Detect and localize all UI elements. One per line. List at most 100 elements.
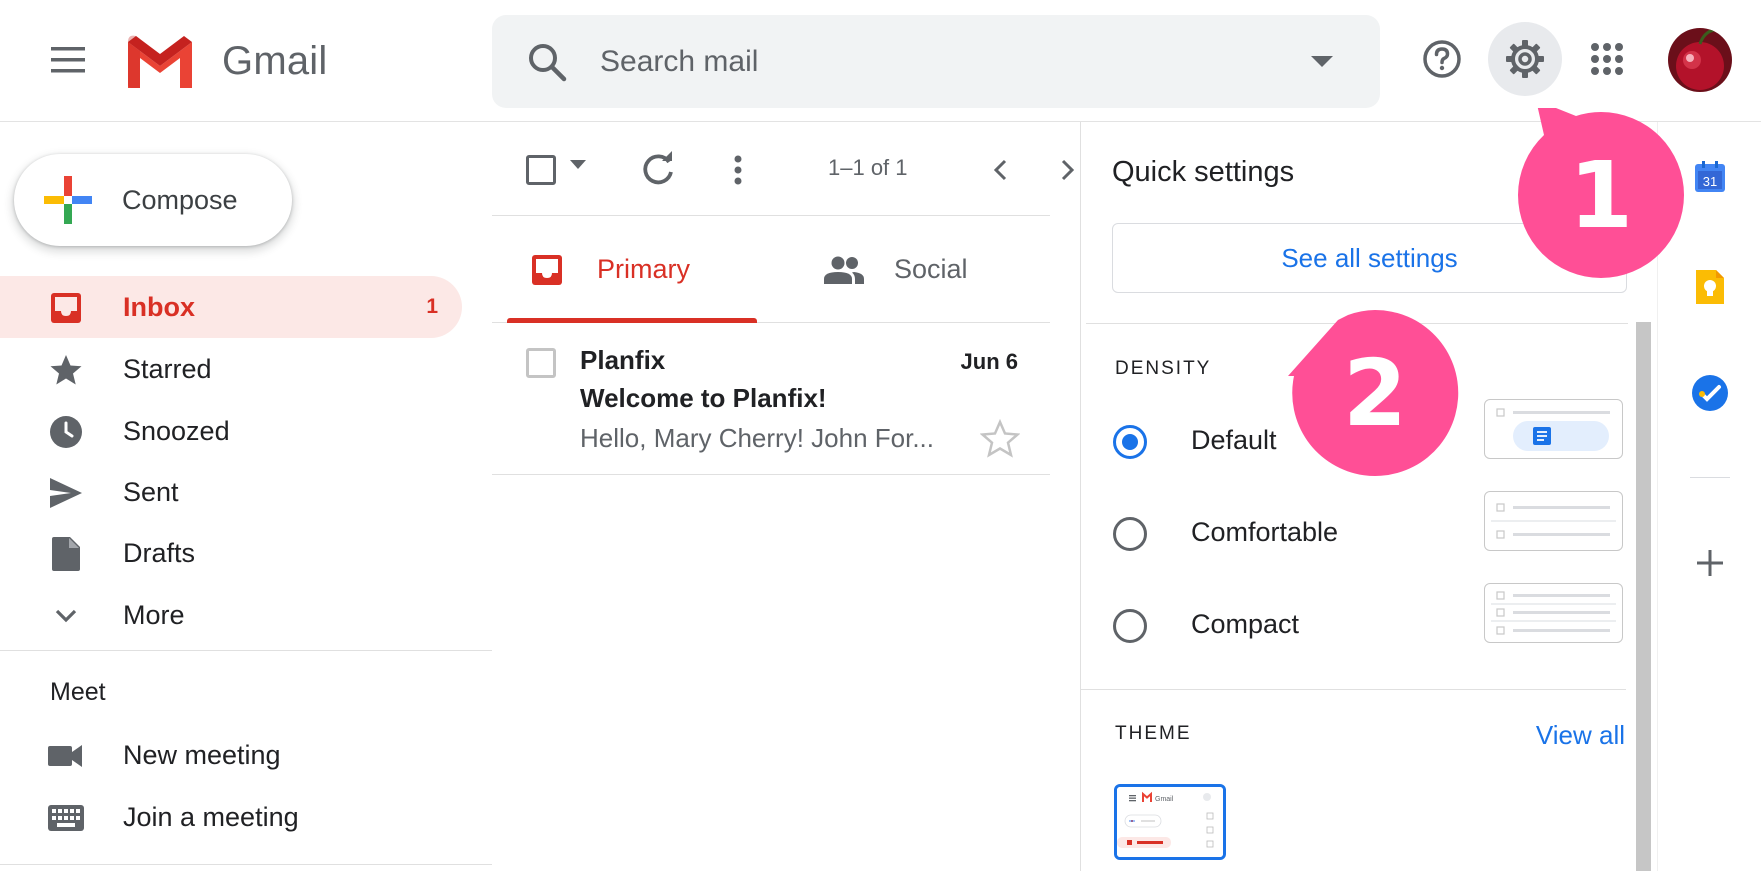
draft-file-icon xyxy=(48,536,84,572)
star-outline-icon[interactable] xyxy=(980,419,1020,459)
search-options-button[interactable] xyxy=(1302,42,1342,82)
tab-label: Primary xyxy=(597,254,690,284)
more-vert-icon xyxy=(734,155,742,185)
annotation-callout-2: 2 xyxy=(1288,306,1462,480)
tab-social[interactable]: Social xyxy=(804,216,1034,323)
sidebar-item-inbox[interactable]: Inbox 1 xyxy=(0,276,462,338)
mail-subject: Welcome to Planfix! xyxy=(580,383,827,413)
chevron-right-icon xyxy=(1061,159,1075,181)
star-icon xyxy=(48,352,84,388)
calendar-icon: 31 xyxy=(1695,161,1725,192)
chevron-left-icon xyxy=(993,159,1007,181)
join-meeting-item[interactable]: Join a meeting xyxy=(0,786,462,848)
sidebar-item-label: More xyxy=(123,599,185,630)
sidebar-item-drafts[interactable]: Drafts xyxy=(0,522,462,584)
tab-primary[interactable]: Primary xyxy=(507,216,757,323)
calendar-day: 31 xyxy=(1703,174,1717,189)
category-tabs: Primary Social xyxy=(492,216,1050,323)
meet-section-title: Meet xyxy=(50,678,106,706)
density-compact-radio[interactable] xyxy=(1113,609,1147,643)
select-all-checkbox[interactable] xyxy=(526,155,556,185)
sidebar-item-label: Sent xyxy=(123,476,179,507)
sidebar-item-starred[interactable]: Starred xyxy=(0,338,462,400)
divider xyxy=(1081,689,1626,690)
videocam-icon xyxy=(48,738,84,774)
annotation-callout-1: 1 xyxy=(1514,100,1688,282)
mail-date: Jun 6 xyxy=(960,349,1018,374)
hamburger-menu-icon xyxy=(51,47,85,73)
theme-preview-image: Gmail xyxy=(1117,787,1223,857)
theme-thumb-app-name: Gmail xyxy=(1155,796,1174,803)
sidebar-item-more[interactable]: More xyxy=(0,584,462,646)
density-option-label: Default xyxy=(1191,425,1277,455)
divider xyxy=(1690,477,1730,478)
density-section-title: DENSITY xyxy=(1115,358,1212,379)
plus-icon xyxy=(44,176,92,224)
quick-settings-scrollbar[interactable] xyxy=(1636,322,1651,871)
meet-item-label: New meeting xyxy=(123,739,281,770)
keyboard-icon xyxy=(48,800,84,836)
search-input[interactable] xyxy=(600,15,1240,108)
theme-section-title: THEME xyxy=(1115,723,1192,744)
density-preview-image xyxy=(1491,503,1616,539)
tasks-check-icon xyxy=(1692,375,1728,411)
unread-count: 1 xyxy=(426,295,438,318)
people-icon xyxy=(824,250,864,290)
refresh-icon[interactable] xyxy=(638,150,678,190)
meet-item-label: Join a meeting xyxy=(123,801,299,832)
density-comfortable-preview xyxy=(1484,491,1623,551)
list-toolbar: 1–1 of 1 xyxy=(492,122,1075,216)
theme-thumbnail[interactable]: Gmail xyxy=(1114,784,1226,860)
account-avatar[interactable] xyxy=(1668,28,1732,92)
sidebar-item-sent[interactable]: Sent xyxy=(0,461,462,523)
sidebar-item-label: Drafts xyxy=(123,537,196,568)
tasks-app-button[interactable] xyxy=(1690,373,1730,413)
caret-down-icon[interactable] xyxy=(570,160,586,170)
sidebar-item-label: Inbox xyxy=(123,291,195,322)
density-option-comfortable[interactable]: Comfortable xyxy=(1113,491,1633,567)
gmail-logo[interactable]: Gmail xyxy=(124,34,327,88)
older-button[interactable] xyxy=(982,152,1018,188)
mail-sender: Planfix xyxy=(580,345,666,375)
divider xyxy=(0,864,492,865)
density-option-label: Comfortable xyxy=(1191,517,1339,547)
sidebar-item-snoozed[interactable]: Snoozed xyxy=(0,400,462,462)
new-meeting-item[interactable]: New meeting xyxy=(0,724,462,786)
get-addons-button[interactable] xyxy=(1690,543,1730,583)
density-preview-image xyxy=(1491,591,1616,635)
settings-button[interactable] xyxy=(1488,22,1562,96)
density-default-preview xyxy=(1484,399,1623,459)
callout-number: 1 xyxy=(1568,141,1633,249)
sidebar-item-label: Snoozed xyxy=(123,415,230,446)
divider xyxy=(0,650,492,651)
search-icon[interactable] xyxy=(526,41,568,83)
cherry-avatar-image xyxy=(1668,28,1732,92)
density-preview-image xyxy=(1496,408,1610,451)
row-checkbox[interactable] xyxy=(526,348,556,378)
support-button[interactable] xyxy=(1405,22,1479,96)
keep-app-button[interactable] xyxy=(1690,267,1730,307)
inbox-icon xyxy=(48,290,84,326)
gear-icon xyxy=(1506,40,1544,78)
inbox-icon xyxy=(527,250,567,290)
main-menu-button[interactable] xyxy=(36,28,100,92)
sidebar-item-label: Starred xyxy=(123,353,212,384)
callout-number: 2 xyxy=(1342,339,1407,447)
mail-row[interactable]: Planfix Jun 6 Welcome to Planfix! Hello,… xyxy=(492,323,1050,475)
plus-icon xyxy=(1697,550,1723,576)
app-name: Gmail xyxy=(222,38,328,83)
google-apps-button[interactable] xyxy=(1570,22,1644,96)
density-comfortable-radio[interactable] xyxy=(1113,517,1147,551)
clock-icon xyxy=(48,414,84,450)
more-actions-button[interactable] xyxy=(718,150,758,190)
keep-bulb-icon xyxy=(1696,270,1724,304)
density-default-radio[interactable] xyxy=(1113,425,1147,459)
chevron-down-icon xyxy=(48,598,84,634)
tab-label: Social xyxy=(894,254,968,284)
top-bar: Gmail xyxy=(0,0,1761,122)
search-bar[interactable] xyxy=(492,15,1380,108)
calendar-app-button[interactable]: 31 xyxy=(1690,157,1730,197)
density-option-compact[interactable]: Compact xyxy=(1113,583,1633,659)
compose-button[interactable]: Compose xyxy=(14,154,292,246)
view-all-themes-link[interactable]: View all xyxy=(1536,720,1625,751)
